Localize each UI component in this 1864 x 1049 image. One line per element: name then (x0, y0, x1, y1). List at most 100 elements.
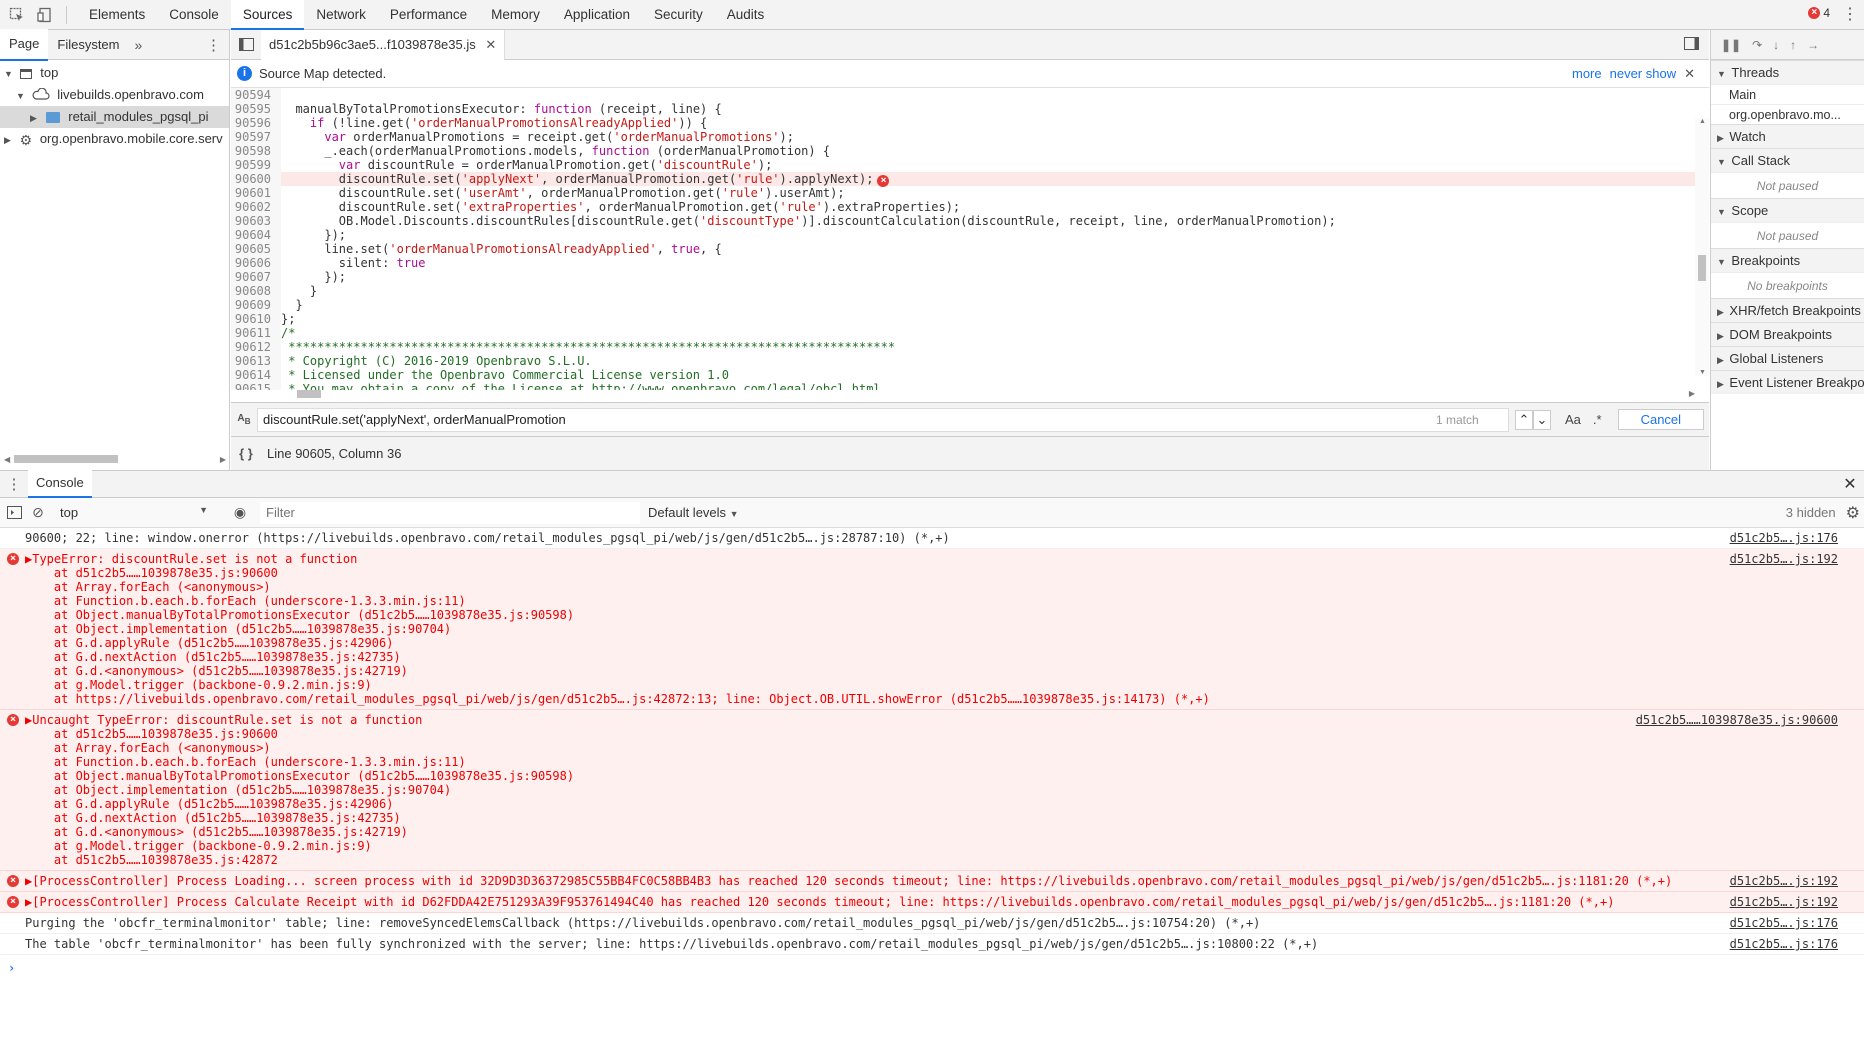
more-tabs-icon[interactable]: » (129, 37, 149, 53)
expand-arrow-icon[interactable]: ▶ (1717, 331, 1726, 341)
code-line[interactable]: 90602 discountRule.set('extraProperties'… (231, 200, 1709, 214)
tree-item-service[interactable]: ▶ ⚙ org.openbravo.mobile.core.serv (0, 128, 229, 150)
code-line[interactable]: 90612 **********************************… (231, 340, 1709, 354)
expand-arrow-icon[interactable]: ▶ (1717, 379, 1726, 389)
tab-sources[interactable]: Sources (230, 0, 305, 30)
message-source-link[interactable]: d51c2b5….js:176 (1730, 937, 1838, 951)
section-breakpoints[interactable]: ▼ Breakpoints (1711, 248, 1864, 272)
line-number[interactable]: 90594 (231, 88, 281, 102)
console-settings-gear-icon[interactable]: ⚙ (1846, 503, 1860, 523)
code-line[interactable]: 90597 var orderManualPromotions = receip… (231, 130, 1709, 144)
console-message[interactable]: × ▶Uncaught TypeError: discountRule.set i… (0, 710, 1864, 871)
step-into-icon[interactable]: ↓ (1773, 38, 1779, 52)
toggle-debugger-icon[interactable] (1684, 36, 1699, 53)
file-tab[interactable]: d51c2b5b96c3ae5...f1039878e35.js ✕ (261, 29, 506, 60)
tab-memory[interactable]: Memory (479, 0, 552, 30)
cancel-button[interactable]: Cancel (1617, 409, 1705, 430)
line-number[interactable]: 90613 (231, 354, 281, 368)
code-line[interactable]: 90600 discountRule.set('applyNext', orde… (231, 172, 1709, 187)
code-line[interactable]: 90610}; (231, 312, 1709, 326)
editor-hscrollbar[interactable]: ▶ (291, 388, 1695, 400)
code-line[interactable]: 90595 manualByTotalPromotionsExecutor: f… (231, 102, 1709, 116)
line-number[interactable]: 90610 (231, 312, 281, 326)
thread-item[interactable]: Main (1711, 84, 1864, 104)
code-line[interactable]: 90609 } (231, 298, 1709, 312)
expand-arrow-icon[interactable]: ▶ (1717, 355, 1726, 365)
toggle-navigator-icon[interactable] (231, 38, 261, 51)
clear-console-icon[interactable]: ⊘ (28, 504, 48, 521)
line-number[interactable]: 90614 (231, 368, 281, 382)
console-message[interactable]: 90600; 22; line: window.onerror (https:/… (0, 528, 1864, 549)
context-selector[interactable]: top ▼ (60, 505, 208, 520)
line-number[interactable]: 90612 (231, 340, 281, 354)
match-case-button[interactable]: Aa (1565, 412, 1581, 427)
section-watch[interactable]: ▶ Watch (1711, 124, 1864, 148)
section-call-stack[interactable]: ▼ Call Stack (1711, 148, 1864, 172)
step-out-icon[interactable]: ↑ (1790, 38, 1796, 52)
section-event-listener-breakpoints[interactable]: ▶ Event Listener Breakpoints (1711, 370, 1864, 394)
more-options-icon[interactable]: ⋮ (1842, 4, 1858, 24)
line-number[interactable]: 90607 (231, 270, 281, 284)
tab-application[interactable]: Application (552, 0, 642, 30)
code-line[interactable]: 90607 }); (231, 270, 1709, 284)
infobar-more-link[interactable]: more (1572, 66, 1602, 81)
search-next-button[interactable]: ⌄ (1533, 409, 1551, 430)
drawer-menu-icon[interactable]: ⋮ (0, 475, 28, 493)
line-number[interactable]: 90598 (231, 144, 281, 158)
code-line[interactable]: 90608 } (231, 284, 1709, 298)
message-source-link[interactable]: d51c2b5….js:192 (1730, 874, 1838, 888)
tab-audits[interactable]: Audits (715, 0, 777, 30)
navigator-scrollbar[interactable]: ◀ ▶ (4, 454, 226, 464)
close-icon[interactable]: ✕ (485, 37, 496, 52)
section-global-listeners[interactable]: ▶ Global Listeners (1711, 346, 1864, 370)
inspect-element-icon[interactable] (6, 4, 28, 26)
tab-performance[interactable]: Performance (378, 0, 479, 30)
line-number[interactable]: 90604 (231, 228, 281, 242)
console-messages[interactable]: 90600; 22; line: window.onerror (https:/… (0, 528, 1864, 1049)
line-number[interactable]: 90603 (231, 214, 281, 228)
search-prev-button[interactable]: ⌃ (1515, 409, 1533, 430)
line-number[interactable]: 90595 (231, 102, 281, 116)
thread-item[interactable]: org.openbravo.mo... (1711, 104, 1864, 124)
tab-elements[interactable]: Elements (77, 0, 157, 30)
message-source-link[interactable]: d51c2b5….js:192 (1730, 552, 1838, 566)
line-number[interactable]: 90605 (231, 242, 281, 256)
line-number[interactable]: 90615 (231, 382, 281, 390)
code-line[interactable]: 90596 if (!line.get('orderManualPromotio… (231, 116, 1709, 130)
line-number[interactable]: 90611 (231, 326, 281, 340)
live-expression-eye-icon[interactable]: ◉ (230, 504, 250, 521)
message-source-link[interactable]: d51c2b5….js:176 (1730, 531, 1838, 545)
code-line[interactable]: 90594 (231, 88, 1709, 102)
replace-toggle-icon[interactable]: AB (231, 413, 257, 426)
device-toolbar-icon[interactable] (34, 4, 56, 26)
editor-scrollbar[interactable]: ▲ ▼ (1695, 118, 1709, 376)
sidebar-toggle-icon[interactable] (0, 506, 28, 519)
console-filter-input[interactable] (260, 501, 640, 524)
step-icon[interactable]: → (1807, 38, 1819, 52)
code-line[interactable]: 90606 silent: true (231, 256, 1709, 270)
code-line[interactable]: 90603 OB.Model.Discounts.discountRules[d… (231, 214, 1709, 228)
tab-console[interactable]: Console (157, 0, 231, 30)
console-message[interactable]: Purging the 'obcfr_terminalmonitor' tabl… (0, 913, 1864, 934)
navigator-menu-icon[interactable]: ⋮ (206, 36, 221, 54)
expand-arrow-icon[interactable]: ▶ (1717, 133, 1726, 143)
console-message[interactable]: The table 'obcfr_terminalmonitor' has be… (0, 934, 1864, 955)
close-drawer-icon[interactable]: ✕ (1840, 474, 1860, 494)
line-number[interactable]: 90600 (231, 172, 281, 186)
section-scope[interactable]: ▼ Scope (1711, 198, 1864, 222)
code-line[interactable]: 90611/* (231, 326, 1709, 340)
close-icon[interactable]: ✕ (1684, 66, 1695, 82)
code-line[interactable]: 90605 line.set('orderManualPromotionsAlr… (231, 242, 1709, 256)
code-line[interactable]: 90598 _.each(orderManualPromotions.model… (231, 144, 1709, 158)
console-message[interactable]: × ▶[ProcessController] Process Loading...… (0, 871, 1864, 892)
tab-filesystem[interactable]: Filesystem (48, 30, 128, 60)
tab-page[interactable]: Page (0, 28, 49, 61)
expand-arrow-icon[interactable]: ▼ (1717, 157, 1728, 167)
code-line[interactable]: 90599 var discountRule = orderManualProm… (231, 158, 1709, 172)
line-number[interactable]: 90601 (231, 186, 281, 200)
code-line[interactable]: 90604 }); (231, 228, 1709, 242)
console-message[interactable]: × ▶[ProcessController] Process Calculate … (0, 892, 1864, 913)
expand-arrow-icon[interactable]: ▼ (16, 85, 28, 107)
infobar-never-show-link[interactable]: never show (1610, 66, 1676, 81)
message-source-link[interactable]: d51c2b5….js:176 (1730, 916, 1838, 930)
